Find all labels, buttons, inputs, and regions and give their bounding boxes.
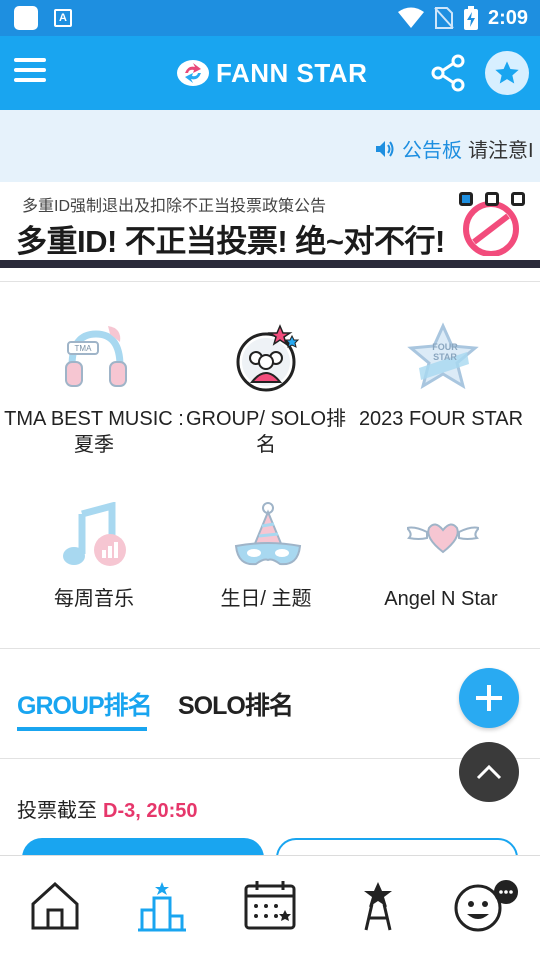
category-label: TMA BEST MUSIC : 夏季 [4,408,184,456]
app-logo[interactable]: FANN STAR [176,56,367,90]
svg-text:FOUR: FOUR [432,342,458,352]
notice-text: 请注意I [468,140,534,162]
no-sim-icon [434,7,454,29]
banner-dot[interactable] [511,192,525,206]
category-item[interactable]: Angel N Star [351,480,531,650]
party-mask-icon [234,502,302,566]
headphones-icon: TMA [65,326,127,387]
category-label: 2023 FOUR STAR [358,408,524,430]
speaker-icon [376,140,394,157]
star-stand-icon[interactable] [350,878,406,934]
calendar-icon[interactable] [242,878,298,934]
music-note-icon [63,502,126,566]
banner-bottom-bar [0,260,540,268]
tab-solo-ranking[interactable]: SOLO排名 [178,686,294,722]
divider [0,648,540,649]
plus-icon [476,685,502,711]
scroll-to-top-button[interactable] [459,742,519,802]
banner-title: 多重ID! 不正当投票! 绝~对不行! [16,224,445,259]
status-bar-right: 2:09 [397,0,528,36]
chevron-up-icon [476,764,502,780]
logo-text: FANN STAR [216,57,368,88]
tab-group-ranking[interactable]: GROUP排名 [17,686,153,722]
notice-ticker[interactable]: 公告板 请注意I [0,110,540,182]
group-ranking-icon [236,324,300,392]
svg-text:TMA: TMA [75,344,93,353]
battery-charging-icon [463,6,478,30]
wifi-icon [397,7,424,28]
svg-text:STAR: STAR [433,352,457,362]
active-tab-indicator [17,727,147,731]
category-item[interactable]: FOUR STAR 2023 FOUR STAR [351,300,531,470]
banner-dot[interactable] [485,192,499,206]
category-label: Angel N Star [384,588,498,610]
smiley-chat-icon[interactable] [452,878,518,934]
banner-page-indicator [459,192,525,206]
divider [0,758,540,759]
deadline-value: D-3, 20:50 [103,800,198,822]
category-item[interactable]: TMA TMA BEST MUSIC : 夏季 [4,300,184,470]
home-icon[interactable] [27,878,83,934]
ranking-chart-icon[interactable] [134,878,190,934]
status-bar: A 2:09 [0,0,540,36]
app-bar: FANN STAR [0,36,540,110]
winged-heart-icon [407,523,479,554]
add-button[interactable] [459,668,519,728]
banner-subtitle: 多重ID强制退出及扣除不正当投票政策公告 [22,198,327,215]
notice-label: 公告板 [402,140,462,162]
banner-dot[interactable] [459,192,473,206]
category-item[interactable]: 生日/ 主题 [176,480,356,650]
bottom-navigation [0,855,540,960]
favorite-button[interactable] [485,51,529,95]
four-star-icon: FOUR STAR [407,322,479,390]
menu-icon[interactable] [14,58,46,86]
category-item[interactable]: GROUP/ SOLO排名 [176,300,356,470]
deadline-label: 投票截至 [17,800,97,822]
category-label: 生日/ 主题 [220,588,312,610]
category-label: 每周音乐 [54,588,134,610]
category-grid: TMA TMA BEST MUSIC : 夏季 GROUP/ SOLO排名 FO… [0,300,540,640]
divider [0,281,540,282]
app-notification-icon [14,6,38,30]
star-icon [495,61,519,84]
category-item[interactable]: 每周音乐 [4,480,184,650]
category-label: GROUP/ SOLO排名 [185,408,347,456]
share-icon[interactable] [430,54,466,92]
logo-mark-icon [177,60,209,86]
vote-deadline: 投票截至 D-3, 20:50 [17,794,198,823]
status-time: 2:09 [487,6,528,29]
keyboard-a-icon: A [54,9,72,27]
